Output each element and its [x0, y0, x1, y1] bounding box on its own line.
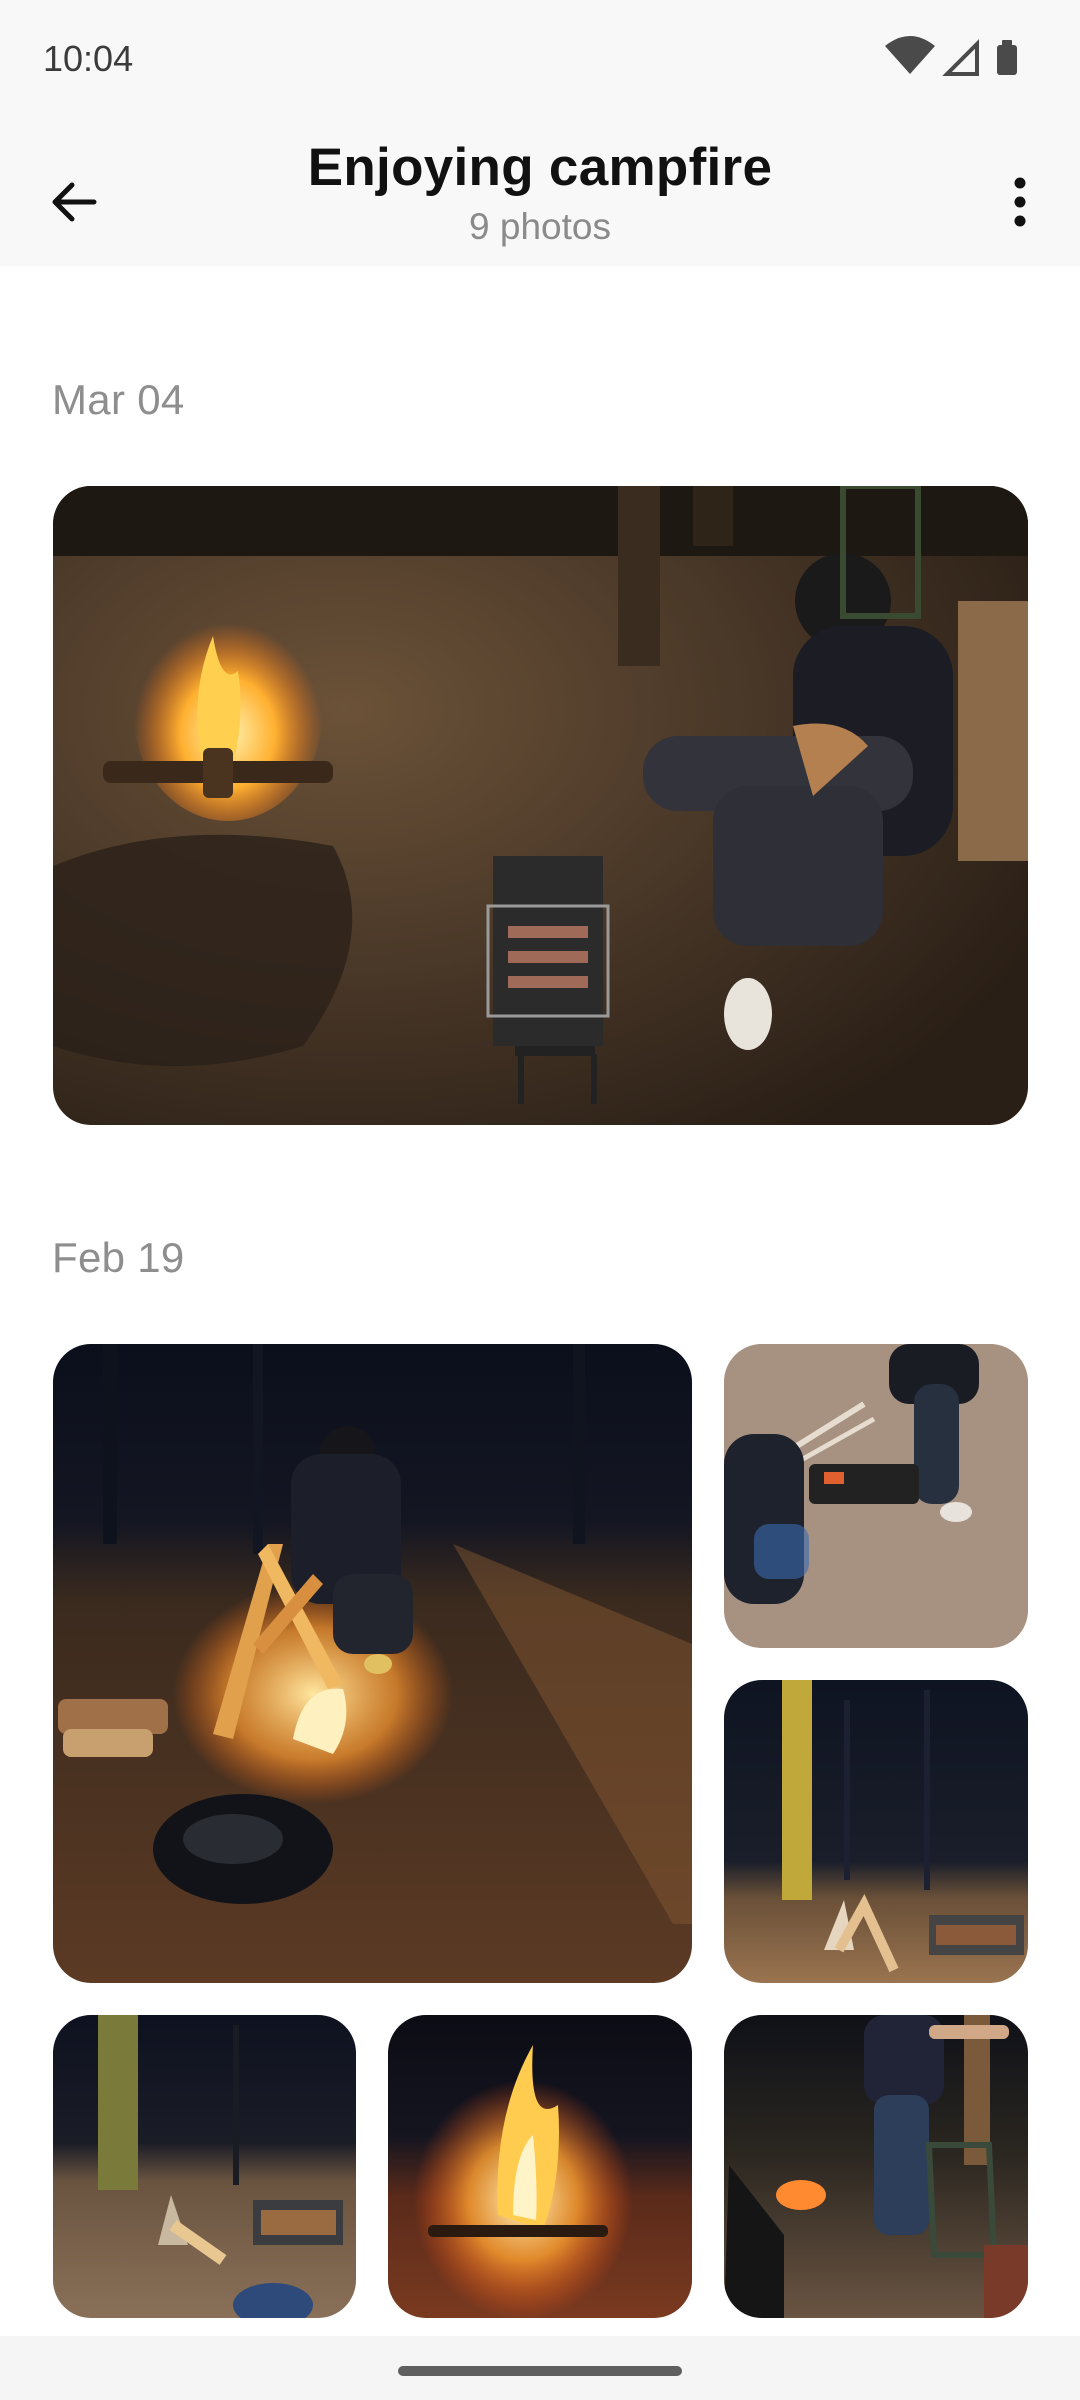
cellular-icon [942, 39, 979, 76]
back-button[interactable] [38, 166, 110, 238]
home-gesture-handle[interactable] [398, 2366, 682, 2376]
section-date-mar-04: Mar 04 [52, 376, 185, 423]
wifi-icon [885, 36, 935, 74]
album-title: Enjoying campfire [307, 138, 773, 197]
arrow-left-icon [52, 182, 97, 222]
status-bar: 10:04 [0, 0, 1080, 120]
battery-icon [997, 40, 1017, 75]
more-vert-icon [1014, 177, 1026, 227]
campfire-grill-photo[interactable] [53, 486, 1028, 1125]
more-options-button[interactable] [984, 164, 1056, 240]
bonfire-photo[interactable] [388, 2015, 692, 2318]
app-bar: Enjoying campfire 9 photos [0, 120, 1080, 266]
photo-count: 9 photos [469, 206, 611, 247]
woodpile-grill-photo[interactable] [53, 2015, 356, 2318]
section-date-feb-19: Feb 19 [52, 1234, 185, 1281]
building-fire-photo[interactable] [53, 1344, 692, 1983]
chairs-campfire-photo[interactable] [724, 2015, 1028, 2318]
status-time: 10:04 [43, 38, 134, 79]
forest-night-photo[interactable] [724, 1680, 1028, 1983]
title-block: Enjoying campfire 9 photos [190, 134, 890, 252]
roasting-skewers-photo[interactable] [724, 1344, 1028, 1648]
status-icons [860, 0, 1080, 120]
